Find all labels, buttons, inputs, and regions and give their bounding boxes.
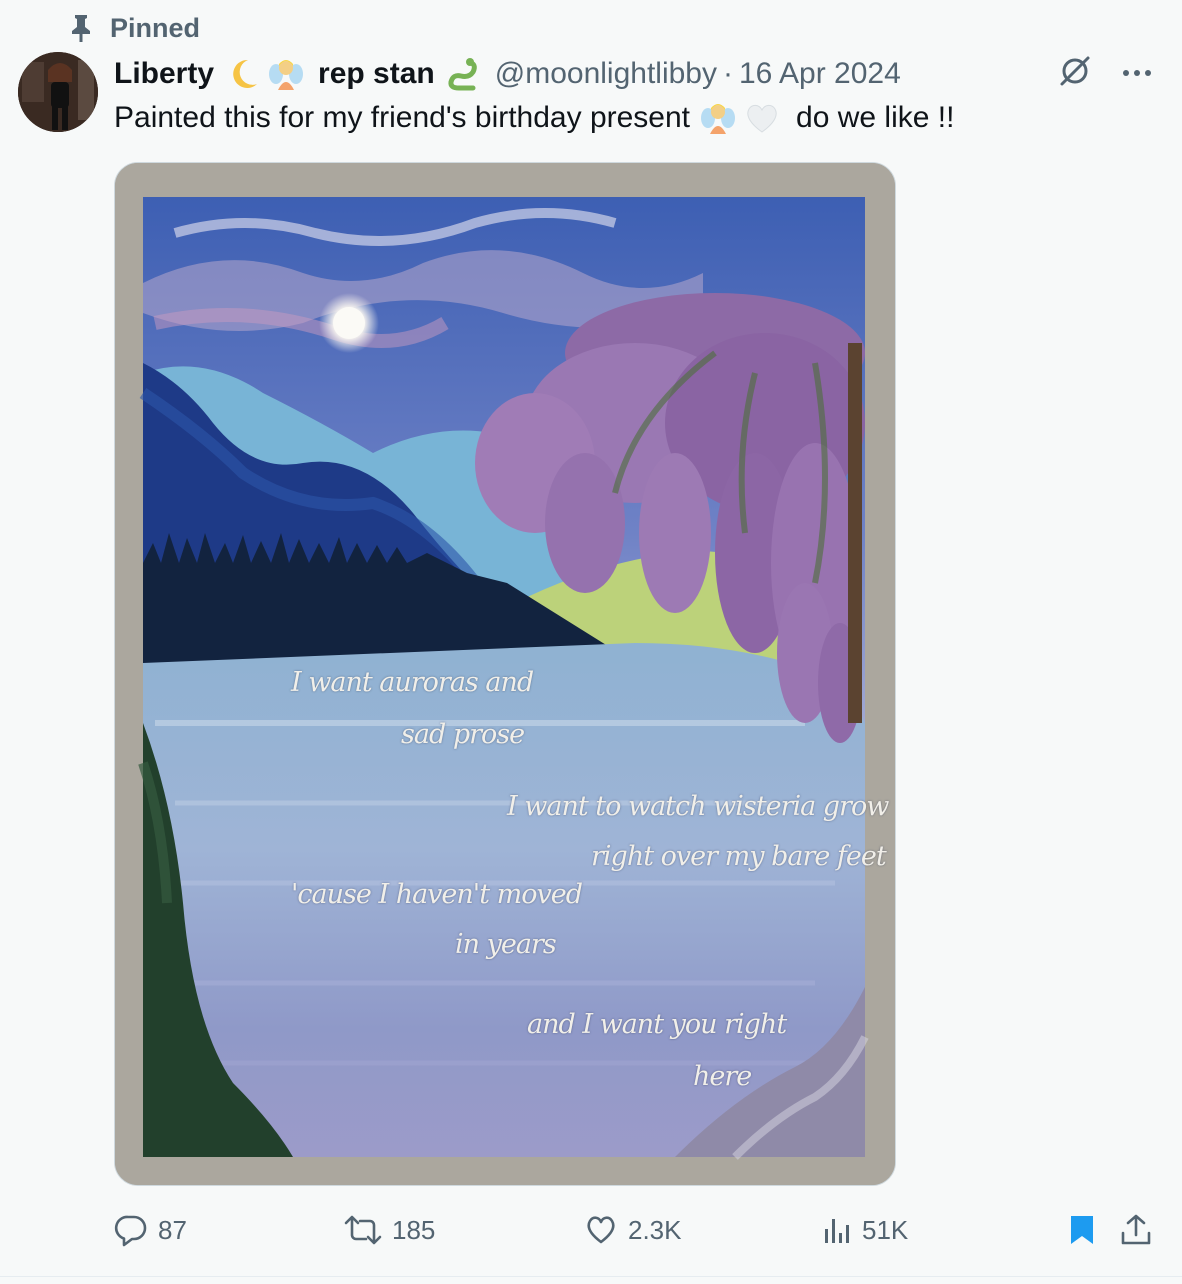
lyric-line: I want auroras and xyxy=(291,667,534,698)
fairy-icon xyxy=(268,56,304,92)
pinned-indicator: Pinned xyxy=(68,10,200,46)
bookmark-icon xyxy=(1071,1216,1093,1244)
post-header: Liberty rep stan @moonlightlibby · 16 Ap xyxy=(114,52,901,96)
share-button[interactable] xyxy=(1120,1213,1152,1247)
repost-icon xyxy=(344,1215,382,1245)
pinned-post[interactable]: Pinned Liberty rep stan @moonlightlibby … xyxy=(0,0,1182,1284)
reply-button[interactable]: 87 xyxy=(114,1213,187,1247)
avatar[interactable] xyxy=(18,52,98,132)
post-action-bar: 87 185 2.3K 51K xyxy=(114,1204,1152,1256)
fairy-icon xyxy=(700,100,736,136)
post-text-end: do we like !! xyxy=(796,101,955,134)
lyric-line: right over my bare feet xyxy=(591,841,887,872)
snake-icon xyxy=(443,56,479,92)
lyric-line: here xyxy=(693,1061,752,1092)
reply-icon xyxy=(114,1215,147,1247)
display-name-suffix[interactable]: rep stan xyxy=(318,57,435,91)
post-date[interactable]: 16 Apr 2024 xyxy=(739,57,901,91)
like-count: 2.3K xyxy=(628,1214,682,1245)
lyric-line: and I want you right xyxy=(527,1009,787,1040)
white-heart-icon xyxy=(744,100,780,136)
repost-button[interactable]: 185 xyxy=(344,1213,435,1247)
views-count: 51K xyxy=(862,1214,909,1245)
repost-count: 185 xyxy=(392,1214,436,1245)
post-text: Painted this for my friend's birthday pr… xyxy=(114,96,954,140)
bookmark-button[interactable] xyxy=(1068,1213,1096,1247)
more-options-icon[interactable] xyxy=(1122,65,1152,83)
share-icon xyxy=(1121,1214,1151,1245)
separator-dot: · xyxy=(722,57,733,90)
lyric-line: 'cause I haven't moved xyxy=(291,879,583,910)
post-top-actions xyxy=(1058,54,1152,93)
pinned-label: Pinned xyxy=(110,12,201,43)
heart-icon xyxy=(587,1216,615,1244)
lyric-line: sad prose xyxy=(401,719,525,750)
views-icon xyxy=(825,1219,849,1243)
divider xyxy=(0,1276,1182,1277)
reply-count: 87 xyxy=(158,1214,187,1245)
crescent-moon-icon xyxy=(226,57,260,91)
lyric-line: in years xyxy=(455,929,557,960)
views-button[interactable]: 51K xyxy=(822,1215,908,1246)
post-text-main: Painted this for my friend's birthday pr… xyxy=(114,101,691,134)
lyric-line: I want to watch wisteria grow xyxy=(507,791,889,822)
like-button[interactable]: 2.3K xyxy=(584,1213,682,1247)
display-name[interactable]: Liberty xyxy=(114,57,214,91)
post-image[interactable]: I want auroras and sad prose I want to w… xyxy=(114,162,896,1186)
grok-icon[interactable] xyxy=(1058,54,1092,93)
pin-icon xyxy=(68,13,94,43)
author-handle[interactable]: @moonlightlibby xyxy=(495,57,717,91)
